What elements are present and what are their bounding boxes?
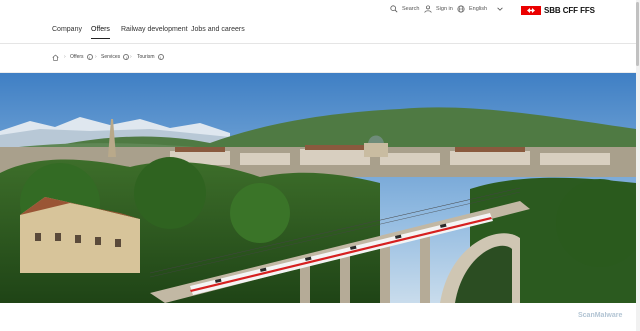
search-label: Search — [402, 6, 420, 12]
sign-in-label: Sign in — [436, 6, 453, 12]
breadcrumb-home[interactable] — [52, 54, 59, 61]
breadcrumb-label: Services — [101, 54, 121, 60]
search-icon — [390, 5, 398, 13]
home-icon — [52, 54, 59, 61]
sign-in-button[interactable]: Sign in — [424, 5, 453, 13]
breadcrumb: › Offers i › Services i › Tourism i — [0, 44, 636, 73]
nav-item-offers[interactable]: Offers — [91, 26, 110, 39]
logo-text: SBB CFF FFS — [544, 6, 595, 15]
breadcrumb-label: Offers — [70, 54, 84, 60]
user-icon — [424, 5, 432, 13]
nav-item-company[interactable]: Company — [52, 26, 82, 38]
language-selector[interactable]: English — [457, 5, 504, 13]
breadcrumb-item-tourism[interactable]: Tourism i — [137, 54, 164, 60]
globe-icon — [457, 5, 465, 13]
breadcrumb-label: Tourism — [137, 54, 155, 60]
breadcrumb-item-services[interactable]: Services i — [101, 54, 130, 60]
watermark: ScanMalware — [578, 312, 623, 319]
breadcrumb-item-offers[interactable]: Offers i — [70, 54, 93, 60]
language-label: English — [469, 6, 488, 12]
sbb-flag-icon — [521, 6, 541, 15]
nav-item-railway-development[interactable]: Railway development — [121, 26, 188, 38]
sbb-logo[interactable]: SBB CFF FFS — [521, 6, 595, 15]
nav-item-jobs-and-careers[interactable]: Jobs and careers — [191, 26, 245, 38]
train-on-bridge-illustration — [0, 73, 636, 303]
chevron-down-icon — [497, 7, 503, 11]
info-icon: i — [123, 54, 130, 60]
hero-image — [0, 73, 636, 303]
info-icon: i — [86, 54, 93, 60]
search-button[interactable]: Search — [390, 5, 419, 13]
main-navigation: Company Offers Railway development Jobs … — [0, 22, 636, 44]
scrollbar-thumb[interactable] — [636, 2, 639, 66]
top-utility-bar: Search Sign in English SBB CFF FFS — [0, 0, 640, 22]
info-icon: i — [157, 54, 164, 60]
breadcrumb-separator-icon: › — [95, 54, 97, 60]
breadcrumb-separator-icon: › — [130, 54, 132, 60]
breadcrumb-separator-icon: › — [64, 54, 66, 60]
